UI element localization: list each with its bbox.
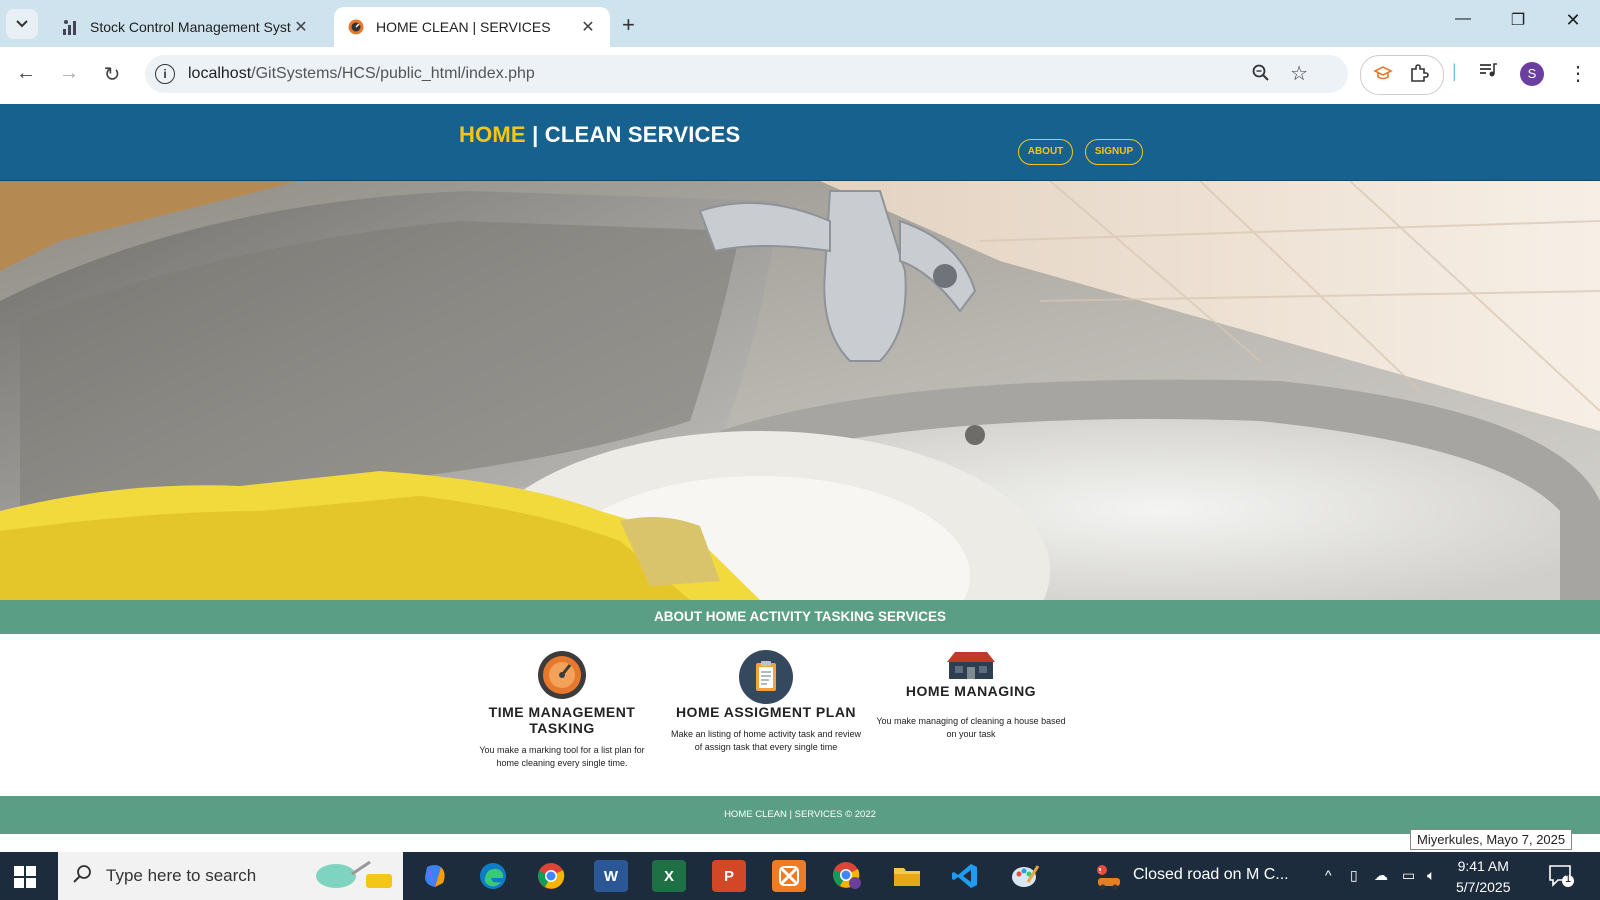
site-logo[interactable]: HOME | CLEAN SERVICES (459, 122, 740, 148)
chevron-up-icon[interactable]: ^ (1325, 867, 1332, 883)
sink-photo (0, 181, 1600, 600)
feature-title: TIME MANAGEMENT TASKING (488, 704, 636, 736)
excel-icon[interactable]: X (652, 860, 686, 892)
search-placeholder: Type here to search (106, 866, 257, 885)
powerpoint-icon[interactable]: P (712, 860, 746, 892)
tab-title: HOME CLEAN | SERVICES (376, 19, 551, 35)
feature-title: HOME MANAGING (905, 683, 1037, 699)
tab-stock-control[interactable]: Stock Control Management System ✕ (48, 7, 323, 47)
extensions-group (1360, 55, 1444, 95)
puzzle-icon[interactable] (1409, 63, 1429, 89)
xampp-icon[interactable] (772, 860, 806, 892)
bookmark-star-icon[interactable]: ☆ (1290, 61, 1308, 86)
nav-signup-button[interactable]: SIGNUP (1085, 139, 1143, 165)
site-header: HOME | CLEAN SERVICES ABOUT SIGNUP (0, 104, 1600, 182)
feature-text: Make an listing of home activity task an… (670, 729, 862, 752)
profile-avatar[interactable]: S (1520, 62, 1544, 86)
volume-icon[interactable]: 🔈︎ (1427, 867, 1435, 884)
feature-text: You make a marking tool for a list plan … (479, 745, 645, 768)
clock-icon (468, 650, 656, 704)
clock-time: 9:41 AM (1457, 858, 1509, 874)
chevron-down-icon (16, 20, 28, 28)
about-heading: ABOUT HOME ACTIVITY TASKING SERVICES (0, 600, 1600, 634)
chrome-profile-icon[interactable] (830, 860, 864, 892)
search-highlight-icon (308, 860, 398, 897)
divider: | (1452, 61, 1457, 81)
more-menu-icon[interactable]: ⋮ (1568, 61, 1588, 86)
nav-about-button[interactable]: ABOUT (1018, 139, 1073, 165)
hero-image (0, 181, 1600, 600)
taskbar-search-input[interactable]: Type here to search (58, 852, 403, 900)
site-info-icon[interactable]: i (155, 64, 175, 84)
back-button[interactable]: ← (13, 62, 39, 85)
new-tab-button[interactable]: + (622, 12, 635, 38)
system-clock[interactable]: 9:41 AM 5/7/2025 (1456, 856, 1511, 898)
zoom-icon[interactable] (1252, 64, 1270, 87)
clock-date: 5/7/2025 (1456, 879, 1511, 895)
notification-icon[interactable]: 1 (1548, 864, 1574, 893)
copilot-icon[interactable] (418, 860, 452, 892)
forward-button[interactable]: → (56, 62, 82, 85)
site-favicon-icon (348, 19, 364, 35)
file-explorer-icon[interactable] (890, 860, 924, 892)
vscode-icon[interactable] (948, 860, 982, 892)
feature-home-managing: HOME MANAGING You make managing of clean… (875, 650, 1067, 741)
restore-button[interactable]: ❐ (1503, 10, 1533, 30)
clipboard-icon (670, 650, 862, 704)
windows-start-icon[interactable] (14, 866, 36, 888)
reload-button[interactable]: ↻ (99, 62, 125, 87)
graduation-cap-icon[interactable] (1373, 64, 1393, 87)
feature-text: You make managing of cleaning a house ba… (876, 716, 1066, 739)
edge-icon[interactable] (476, 860, 510, 892)
word-icon[interactable]: W (594, 860, 628, 892)
taskbar: Type here to search W X P Closed road on… (0, 852, 1600, 900)
close-icon[interactable]: ✕ (291, 17, 311, 37)
address-bar[interactable]: i localhost/GitSystems/HCS/public_html/i… (145, 55, 1348, 93)
feature-time-management: TIME MANAGEMENT TASKING You make a marki… (468, 650, 656, 770)
tab-title: Stock Control Management System (90, 19, 291, 35)
chrome-icon[interactable] (534, 860, 568, 892)
site-footer: HOME CLEAN | SERVICES © 2022 (0, 796, 1600, 834)
paint-icon[interactable] (1008, 860, 1042, 892)
window-close-button[interactable]: ✕ (1558, 10, 1588, 31)
browser-toolbar: ← → ↻ i localhost/GitSystems/HCS/public_… (0, 47, 1600, 105)
tab-search-button[interactable] (6, 9, 38, 39)
network-icon[interactable]: ▭ (1402, 867, 1415, 884)
house-icon (875, 650, 1067, 683)
feature-assignment-plan: HOME ASSIGMENT PLAN Make an listing of h… (670, 650, 862, 754)
notification-count: 1 (1565, 873, 1572, 885)
close-icon[interactable]: ✕ (578, 17, 598, 37)
news-ticker[interactable]: Closed road on M C... (1133, 866, 1289, 884)
feature-title: HOME ASSIGMENT PLAN (675, 704, 857, 720)
media-control-icon[interactable] (1478, 61, 1498, 84)
traffic-news-icon[interactable] (1094, 864, 1124, 895)
tab-home-clean[interactable]: HOME CLEAN | SERVICES ✕ (334, 7, 610, 47)
meet-now-icon[interactable]: ▯ (1350, 867, 1358, 884)
search-icon (72, 864, 92, 890)
page-bottom (0, 834, 1600, 852)
url-text[interactable]: localhost/GitSystems/HCS/public_html/ind… (188, 65, 535, 83)
tab-strip: Stock Control Management System ✕ HOME C… (0, 0, 1600, 47)
minimize-button[interactable]: — (1448, 10, 1478, 28)
date-tooltip: Miyerkules, Mayo 7, 2025 (1410, 829, 1573, 850)
bar-chart-icon (62, 19, 78, 35)
cloud-offline-icon[interactable]: ☁ (1374, 867, 1388, 884)
